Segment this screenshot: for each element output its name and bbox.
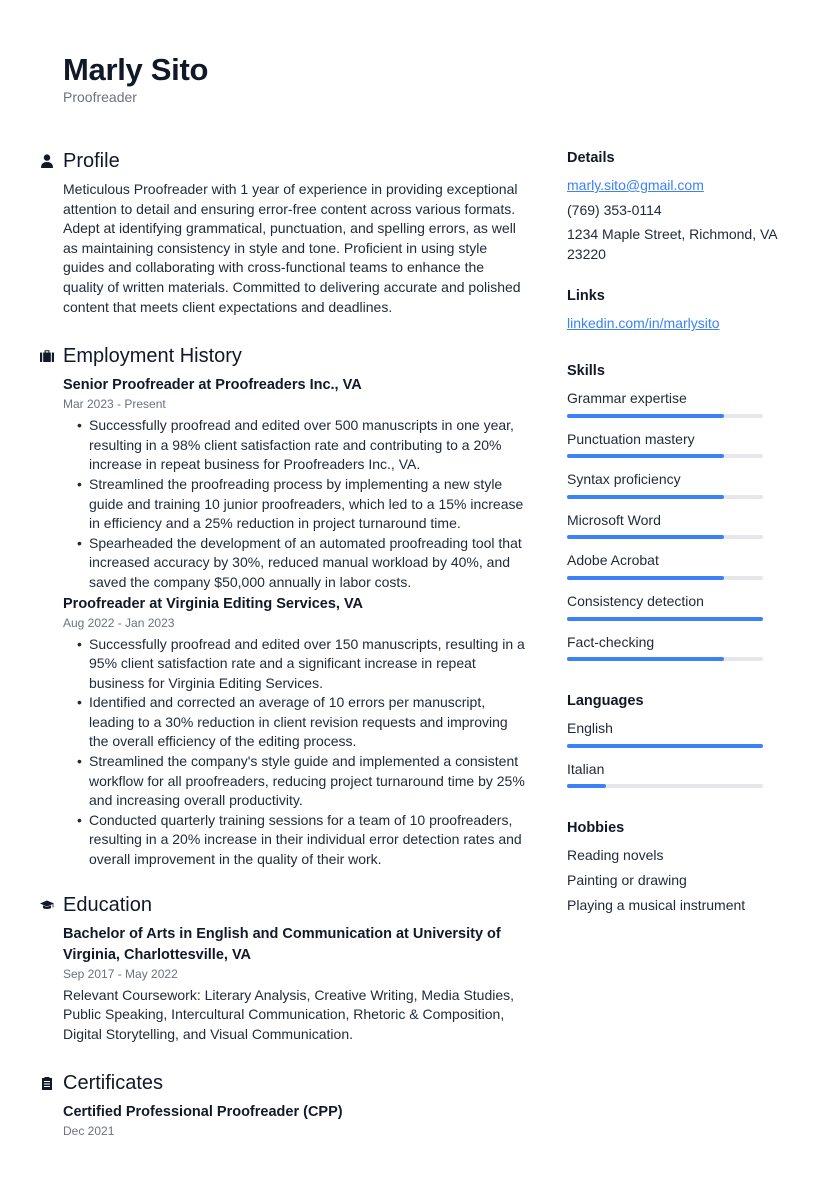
skill-level-fill	[567, 494, 724, 499]
skill-level-fill	[567, 413, 724, 418]
skill-level-bar	[567, 657, 763, 662]
main-column: Profile Meticulous Proofreader with 1 ye…	[40, 148, 525, 1166]
skill: Consistency detection	[567, 592, 777, 621]
employment-section: Employment History Senior Proofreader at…	[40, 343, 525, 869]
job-bullet: Spearheaded the development of an automa…	[77, 534, 525, 593]
skill-level-fill	[567, 616, 763, 621]
job-bullet: Conducted quarterly training sessions fo…	[77, 811, 525, 870]
degree-title: Bachelor of Arts in English and Communic…	[63, 925, 501, 963]
links-section: Links linkedin.com/in/marlysito	[567, 286, 777, 339]
section-title: Profile	[63, 150, 120, 172]
links-heading: Links	[567, 288, 605, 305]
skill-level-bar	[567, 454, 763, 459]
skill: Microsoft Word	[567, 511, 777, 540]
job-bullet: Streamlined the proofreading process by …	[77, 475, 525, 534]
skill: Punctuation mastery	[567, 430, 777, 459]
certificate-title: Certified Professional Proofreader (CPP)	[63, 1104, 343, 1121]
education-dates: Sep 2017 - May 2022	[63, 966, 178, 981]
language-level-bar	[567, 784, 763, 789]
briefcase-icon	[40, 346, 63, 366]
hobbies-heading: Hobbies	[567, 820, 625, 837]
languages-list: English Italian	[567, 719, 777, 789]
language: Italian	[567, 760, 777, 789]
employment-heading: Employment History	[40, 343, 525, 369]
job-bullet: Successfully proofread and edited over 1…	[77, 635, 525, 694]
skill-level-bar	[567, 494, 763, 499]
skill-level-bar	[567, 575, 763, 580]
job-title: Proofreader at Virginia Editing Services…	[63, 595, 364, 612]
skill-level-fill	[567, 575, 724, 580]
candidate-name: Marly Sito	[63, 52, 209, 87]
skill-name: Fact-checking	[567, 633, 655, 650]
job-bullet: Successfully proofread and edited over 5…	[77, 416, 525, 475]
skill-level-bar	[567, 616, 763, 621]
skill-level-bar	[567, 535, 763, 540]
education-entry: Bachelor of Arts in English and Communic…	[63, 924, 525, 1045]
sidebar: Details marly.sito@gmail.com (769) 353-0…	[567, 148, 777, 937]
candidate-title: Proofreader	[63, 89, 137, 105]
skill-name: Adobe Acrobat	[567, 552, 659, 569]
hobby-item: Reading novels	[567, 847, 664, 864]
language: English	[567, 719, 777, 748]
skills-section: Skills Grammar expertise Punctuation mast…	[567, 361, 777, 662]
education-heading: Education	[40, 892, 525, 918]
profile-section: Profile Meticulous Proofreader with 1 ye…	[40, 148, 525, 317]
certificate-date: Dec 2021	[63, 1124, 115, 1139]
job-entry: Proofreader at Virginia Editing Services…	[63, 594, 525, 870]
languages-section: Languages English Italian	[567, 691, 777, 789]
job-bullets: Successfully proofread and edited over 5…	[63, 416, 525, 592]
hobbies-section: Hobbies Reading novels Painting or drawi…	[567, 818, 777, 915]
section-title: Employment History	[63, 345, 242, 368]
section-title: Certificates	[63, 1072, 164, 1095]
skill-name: Microsoft Word	[567, 511, 661, 528]
section-title: Education	[63, 893, 152, 916]
phone-number: (769) 353-0114	[567, 201, 662, 218]
skill: Fact-checking	[567, 633, 777, 662]
job-dates: Mar 2023 - Present	[63, 397, 166, 412]
user-icon	[40, 151, 63, 171]
skill-level-fill	[567, 454, 724, 459]
skill-level-fill	[567, 535, 724, 540]
resume-header: Marly Sito Proofreader	[63, 52, 208, 106]
email-link[interactable]: marly.sito@gmail.com	[567, 176, 704, 196]
job-dates: Aug 2022 - Jan 2023	[63, 615, 175, 630]
language-level-fill	[567, 743, 763, 748]
clipboard-icon	[40, 1073, 63, 1093]
address: 1234 Maple Street, Richmond, VA 23220	[567, 226, 777, 262]
language-name: English	[567, 720, 613, 737]
graduation-cap-icon	[40, 895, 63, 915]
hobby-item: Playing a musical instrument	[567, 896, 746, 913]
skill-name: Syntax proficiency	[567, 471, 681, 488]
details-heading: Details	[567, 150, 615, 166]
job-bullet: Streamlined the company's style guide an…	[77, 752, 525, 811]
linkedin-link[interactable]: linkedin.com/in/marlysito	[567, 314, 720, 334]
education-description: Relevant Coursework: Literary Analysis, …	[63, 986, 515, 1042]
skills-heading: Skills	[567, 362, 605, 379]
certificates-heading: Certificates	[40, 1070, 525, 1096]
skill-name: Grammar expertise	[567, 389, 687, 406]
certificates-section: Certificates Certified Professional Proo…	[40, 1070, 525, 1140]
job-bullets: Successfully proofread and edited over 1…	[63, 635, 525, 870]
language-name: Italian	[567, 760, 605, 777]
skill: Grammar expertise	[567, 389, 777, 418]
certificate-entry: Certified Professional Proofreader (CPP)…	[63, 1102, 525, 1140]
profile-heading: Profile	[40, 148, 525, 174]
job-bullet: Identified and corrected an average of 1…	[77, 693, 525, 752]
education-section: Education Bachelor of Arts in English an…	[40, 892, 525, 1045]
languages-heading: Languages	[567, 693, 644, 710]
skill-level-fill	[567, 657, 724, 662]
hobby-item: Painting or drawing	[567, 871, 687, 888]
skills-list: Grammar expertise Punctuation mastery Synt…	[567, 389, 777, 662]
skill-name: Consistency detection	[567, 592, 704, 609]
skill: Adobe Acrobat	[567, 551, 777, 580]
job-title: Senior Proofreader at Proofreaders Inc.,…	[63, 377, 362, 394]
job-entry: Senior Proofreader at Proofreaders Inc.,…	[63, 375, 525, 592]
skill-level-bar	[567, 413, 763, 418]
language-level-fill	[567, 784, 607, 789]
details-section: Details marly.sito@gmail.com (769) 353-0…	[567, 148, 777, 264]
profile-summary: Meticulous Proofreader with 1 year of ex…	[63, 181, 521, 315]
skill-name: Punctuation mastery	[567, 430, 695, 447]
language-level-bar	[567, 743, 763, 748]
skill: Syntax proficiency	[567, 470, 777, 499]
